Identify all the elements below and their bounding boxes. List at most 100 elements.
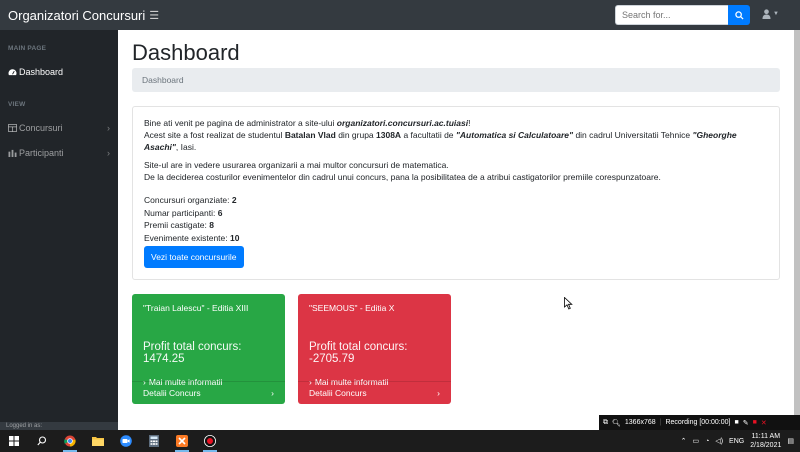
table-icon: [8, 124, 19, 132]
search-icon: [734, 10, 744, 20]
chrome-icon: [64, 435, 76, 447]
contest-card-profit: Profit total concurs: -2705.79: [309, 341, 408, 365]
video-call-icon: [120, 435, 132, 447]
system-tray: ⌃ ▭ ◔ ◁) ENG 11:11 AM 2/18/2021 ▤: [681, 430, 800, 452]
close-icon[interactable]: ✕: [761, 419, 767, 427]
intro-text: din grupa: [335, 130, 377, 140]
intro-text: Acest site a fost realizat de studentul: [144, 130, 285, 140]
site-name: organizatori.concursuri.ac.tuiasi: [336, 118, 469, 128]
intro-paragraph: Bine ati venit pe pagina de administrato…: [144, 117, 768, 153]
sidebar-item-participanti[interactable]: Participanti ›: [0, 145, 118, 161]
chevron-right-icon: ›: [271, 388, 274, 398]
stat-value: 6: [217, 207, 223, 218]
mouse-cursor-icon: [564, 297, 573, 310]
search-icon: [37, 436, 47, 446]
contest-details-link[interactable]: Detalii Concurs ›: [298, 381, 451, 404]
logged-in-label: Logged in as:: [0, 422, 118, 430]
search-button[interactable]: [728, 5, 750, 25]
network-icon[interactable]: ◔: [705, 438, 709, 445]
notifications-icon[interactable]: ▤: [787, 437, 794, 445]
sidebar-item-label: Concursuri: [19, 123, 63, 133]
intro-text: !: [468, 118, 471, 128]
contest-card-title: "Traian Lalescu" - Editia XIII: [143, 303, 249, 313]
sidebar-item-dashboard[interactable]: Dashboard: [0, 64, 118, 80]
stat-concursuri: Concursuri organziate: 2: [144, 194, 768, 207]
breadcrumb-item[interactable]: Dashboard: [142, 75, 184, 85]
language-indicator[interactable]: ENG: [729, 438, 744, 445]
taskbar-search-button[interactable]: [28, 430, 56, 452]
bar-chart-icon: [8, 149, 19, 157]
folder-icon: [92, 437, 104, 446]
xampp-icon: [176, 435, 188, 447]
welcome-card: Bine ati venit pe pagina de administrato…: [132, 106, 780, 280]
chevron-right-icon: ›: [437, 388, 440, 398]
taskbar: ⌃ ▭ ◔ ◁) ENG 11:11 AM 2/18/2021 ▤: [0, 430, 800, 452]
stat-participanti: Numar participanti: 6: [144, 207, 768, 220]
stats-list: Concursuri organziate: 2 Numar participa…: [144, 194, 768, 244]
stat-value: 2: [231, 195, 237, 205]
zoom-icon[interactable]: 🔍︎: [612, 419, 621, 427]
view-all-contests-button[interactable]: Vezi toate concursurile: [144, 246, 244, 268]
top-navbar: Organizatori Concursuri ☰ ▼: [0, 0, 800, 30]
stat-value: 8: [209, 220, 214, 230]
search-input[interactable]: [615, 5, 728, 25]
main-content: Dashboard Dashboard Bine ati venit pe pa…: [118, 30, 800, 415]
chevron-right-icon: ›: [107, 123, 110, 133]
stat-label: Numar participanti:: [144, 207, 218, 218]
clock-date: 2/18/2021: [750, 442, 782, 449]
stat-value: 10: [230, 232, 240, 243]
student-name: Batalan Vlad: [284, 130, 336, 140]
tachometer-icon: [8, 68, 19, 76]
battery-icon[interactable]: ▭: [692, 437, 699, 445]
volume-icon[interactable]: ◁): [715, 437, 723, 445]
sidebar-item-label: Dashboard: [19, 67, 64, 77]
chevron-right-icon: ›: [107, 148, 110, 158]
taskbar-zoom[interactable]: [112, 430, 140, 452]
sidebar-heading-view: VIEW: [8, 101, 26, 108]
camera-icon[interactable]: ■: [734, 419, 738, 426]
chevron-up-icon[interactable]: ⌃: [681, 437, 687, 445]
divider: |: [659, 419, 662, 426]
stat-premii: Premii castigate: 8: [144, 219, 768, 232]
clock[interactable]: 11:11 AM 2/18/2021: [750, 432, 781, 450]
stat-label: Evenimente existente:: [144, 232, 230, 243]
windows-icon: [9, 436, 19, 446]
taskbar-recorder[interactable]: [196, 430, 224, 452]
intro-text: din cadrul Universitatii Tehnice: [573, 130, 693, 140]
sidebar-item-concursuri[interactable]: Concursuri ›: [0, 120, 118, 136]
contest-card-profit: Profit total concurs: 1474.25: [143, 341, 242, 365]
stop-icon[interactable]: ■: [753, 419, 757, 426]
taskbar-file-explorer[interactable]: [84, 430, 112, 452]
stat-evenimente: Evenimente existente: 10: [144, 232, 768, 245]
calculator-icon: [149, 435, 159, 447]
user-icon: [762, 9, 771, 19]
taskbar-chrome[interactable]: [56, 430, 84, 452]
taskbar-xampp[interactable]: [168, 430, 196, 452]
faculty-name: "Automatica si Calculatoare": [455, 130, 574, 140]
start-button[interactable]: [0, 430, 28, 452]
breadcrumb: Dashboard: [132, 68, 780, 92]
pen-icon[interactable]: ✎: [743, 419, 749, 427]
sidebar: MAIN PAGE Dashboard VIEW Concursuri › Pa…: [0, 30, 118, 430]
stat-label: Premii castigate:: [144, 220, 210, 230]
contest-card-lalescu: "Traian Lalescu" - Editia XIII Profit to…: [132, 294, 285, 404]
student-group: 1308A: [376, 130, 402, 140]
taskbar-calculator[interactable]: [140, 430, 168, 452]
intro-text: , Iasi.: [175, 142, 197, 152]
recording-toolbar: ⧉ 🔍︎ 1366x768 | Recording [00:00:00] ■ ✎…: [599, 415, 800, 430]
page-title: Dashboard: [132, 40, 240, 65]
search-group: [615, 5, 750, 25]
sidebar-item-label: Participanti: [19, 148, 64, 158]
screen-icon[interactable]: ⧉: [603, 419, 608, 427]
record-icon: [204, 435, 216, 447]
contest-details-link[interactable]: Detalii Concurs ›: [132, 381, 285, 404]
contest-details-label: Detalii Concurs: [309, 388, 367, 398]
contest-details-label: Detalii Concurs: [143, 388, 201, 398]
user-menu-button[interactable]: ▼: [762, 9, 779, 19]
brand-title[interactable]: Organizatori Concursuri: [0, 8, 145, 23]
sidebar-heading-main: MAIN PAGE: [8, 45, 47, 52]
purpose-paragraph: Site-ul are in vedere usurarea organizar…: [144, 159, 768, 183]
sidebar-toggle-icon[interactable]: ☰: [149, 9, 159, 22]
purpose-text: De la deciderea costurilor evenimentelor…: [144, 172, 661, 182]
intro-text: Bine ati venit pe pagina de administrato…: [144, 118, 337, 128]
